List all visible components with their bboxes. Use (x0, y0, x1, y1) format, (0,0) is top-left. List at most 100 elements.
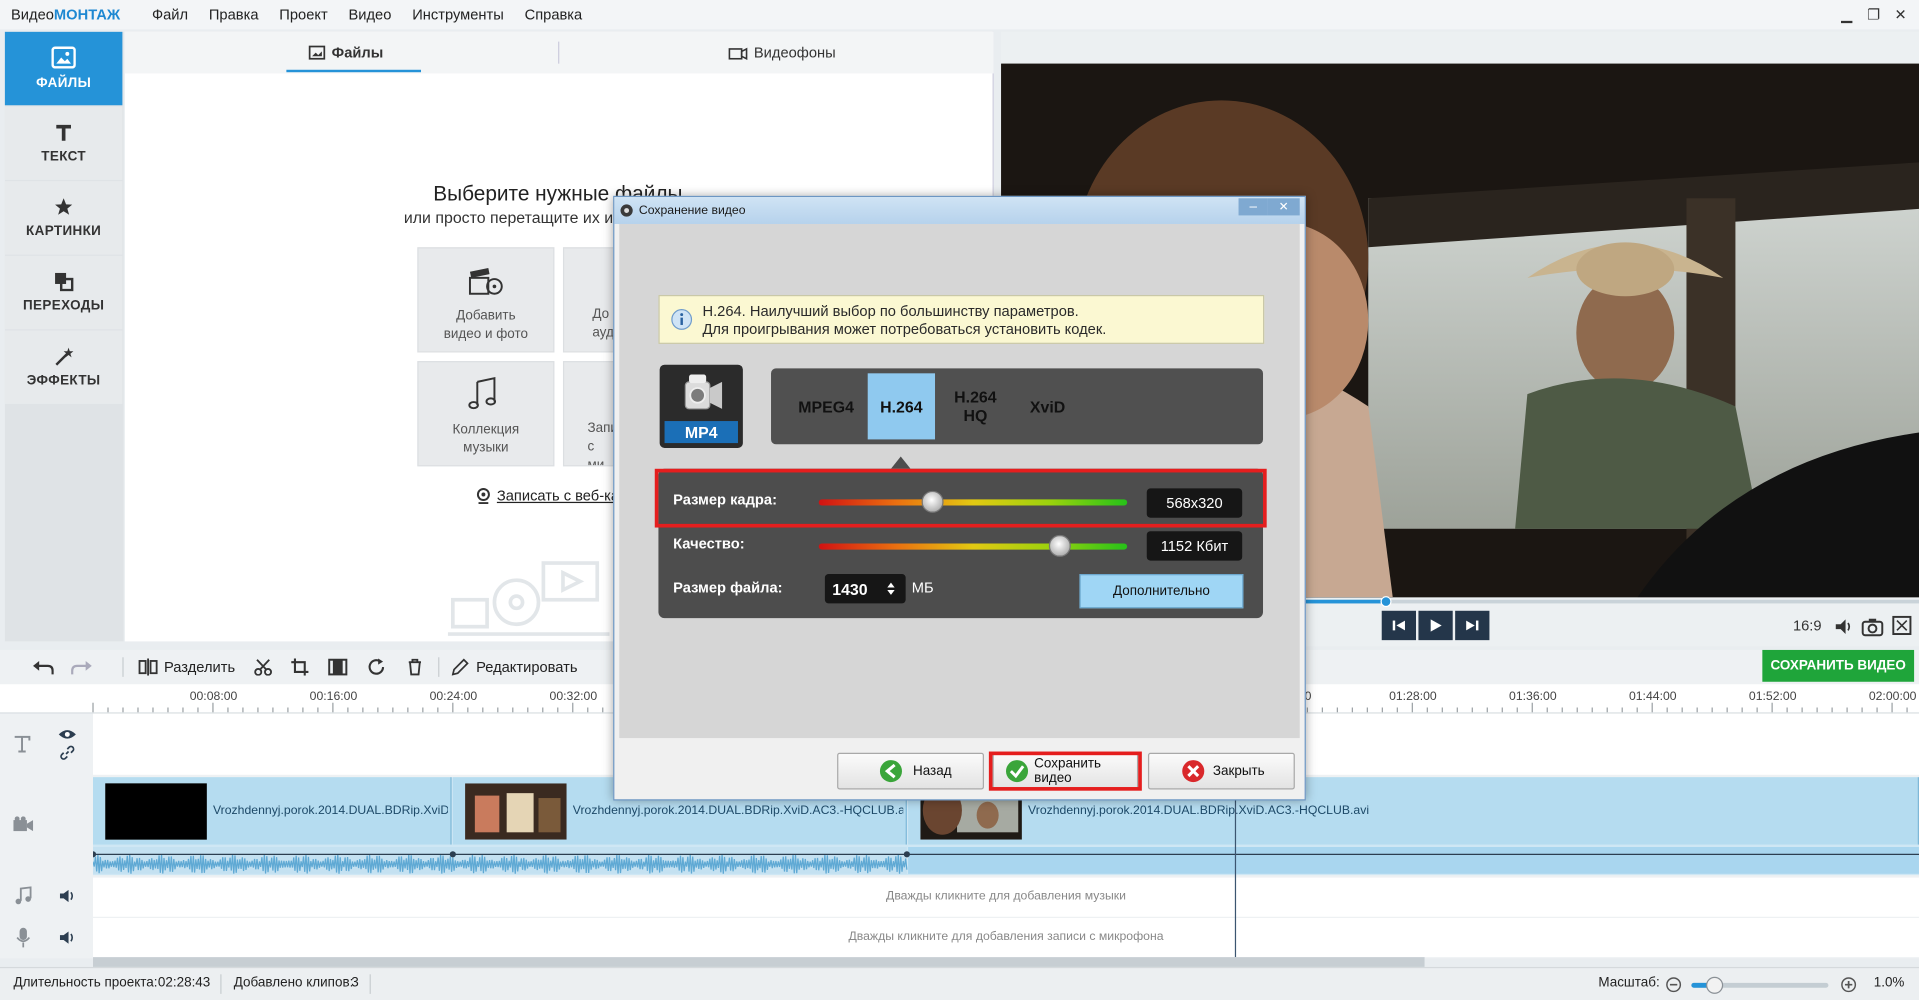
playback-progress-handle[interactable] (1380, 596, 1392, 608)
zoom-label: Масштаб: (1598, 975, 1660, 991)
add-audio-tile[interactable]: До ауд (562, 247, 615, 353)
advanced-settings-button[interactable]: Дополнительно (1079, 574, 1244, 609)
save-video-main-button[interactable]: СОХРАНИТЬ ВИДЕО (1762, 649, 1915, 682)
cut-button[interactable] (253, 650, 273, 684)
edit-button[interactable]: Редактировать (451, 650, 578, 684)
redo-button[interactable] (71, 650, 93, 684)
scissors-icon (254, 659, 272, 676)
menu-tools[interactable]: Инструменты (412, 6, 504, 23)
zoom-out-icon[interactable] (1666, 977, 1682, 993)
ruler-label: 01:52:00 (1748, 690, 1797, 704)
sidebar-item-transitions[interactable]: ПЕРЕХОДЫ (4, 255, 123, 330)
menu-help[interactable]: Справка (525, 6, 583, 23)
clip-thumbnail (105, 783, 207, 840)
back-button[interactable]: Назад (837, 752, 984, 790)
codec-mpeg4-button[interactable]: MPEG4 (781, 373, 872, 439)
split-label: Разделить (163, 658, 236, 676)
codec-xvid-button[interactable]: XviD (1013, 373, 1082, 439)
tile-line1: Коллекция (452, 422, 520, 437)
restore-button[interactable]: ❐ (1860, 4, 1887, 26)
toolbar-divider (438, 657, 440, 677)
audio-waveform (93, 847, 1919, 874)
fullscreen-icon[interactable] (1892, 615, 1912, 636)
dialog-minimize-button[interactable]: – (1238, 198, 1268, 216)
undo-button[interactable] (32, 650, 54, 684)
info-line1: H.264. Наилучший выбор по большинству па… (702, 302, 1079, 320)
sidebar-item-text[interactable]: ТЕКСТ (4, 106, 123, 180)
tab-files[interactable]: Файлы (308, 32, 383, 74)
save-button-highlight (988, 751, 1142, 791)
delete-button[interactable] (406, 650, 423, 684)
snapshot-camera-icon[interactable] (1861, 617, 1884, 637)
tab-video-backgrounds[interactable]: Видеофоны (728, 32, 836, 74)
star-icon (55, 198, 73, 215)
record-microphone-tile[interactable]: Запи с ми (562, 361, 615, 467)
sidebar-item-label: ФАЙЛЫ (36, 75, 92, 91)
sidebar-item-effects[interactable]: ЭФФЕКТЫ (4, 330, 123, 404)
dialog-close-x-button[interactable]: ✕ (1267, 198, 1300, 216)
spinner-arrows-icon[interactable] (886, 581, 896, 596)
tile-line1: Добавить (456, 308, 516, 324)
crop-button[interactable] (290, 650, 310, 684)
speaker-icon[interactable] (59, 930, 76, 945)
codec-h264-button[interactable]: H.264 (867, 373, 936, 440)
play-icon (1430, 619, 1442, 632)
format-mp4-button[interactable]: MP4 (659, 364, 743, 448)
close-dialog-button[interactable]: Закрыть (1147, 752, 1295, 790)
files-subheading: или просто перетащите их и (403, 208, 614, 227)
sidebar-item-pictures[interactable]: КАРТИНКИ (4, 181, 123, 255)
clip-title: Vrozhdennyj.porok.2014.DUAL.BDRip.XviD (212, 804, 448, 818)
split-icon (138, 658, 158, 676)
music-collection-tile[interactable]: Коллекция музыки (417, 361, 555, 467)
link-icon[interactable] (60, 745, 75, 760)
quality-value[interactable]: 1152 Кбит (1146, 531, 1243, 561)
tile-line1: До (592, 307, 610, 322)
sidebar-item-label: ЭФФЕКТЫ (26, 373, 101, 389)
quality-slider[interactable] (818, 543, 1128, 550)
duration-label: Длительность проекта: (13, 975, 158, 991)
video-clip[interactable]: Vrozhdennyj.porok.2014.DUAL.BDRip.XviD (93, 777, 452, 845)
previous-frame-button[interactable] (1381, 610, 1416, 641)
sidebar-item-files[interactable]: ФАЙЛЫ (4, 31, 123, 106)
play-button[interactable] (1418, 610, 1453, 641)
frame-button[interactable] (328, 650, 348, 684)
ruler-label: 00:08:00 (189, 690, 238, 704)
rotate-button[interactable] (367, 650, 387, 684)
file-size-input[interactable]: 1430 (824, 574, 906, 604)
timeline-scrollbar[interactable] (93, 957, 1425, 967)
ruler-label: 01:36:00 (1509, 690, 1557, 704)
next-frame-button[interactable] (1455, 610, 1490, 641)
webcam-record-link[interactable]: Записать с веб-кам (476, 487, 629, 504)
rotate-icon (368, 658, 385, 675)
menu-video[interactable]: Видео (348, 6, 391, 23)
webcam-link-label: Записать с веб-кам (496, 487, 630, 505)
tile-line2: музыки (463, 440, 509, 456)
clips-value: 3 (351, 975, 359, 991)
video-bg-icon (728, 47, 748, 60)
minimize-button[interactable]: ▁ (1833, 4, 1860, 26)
music-track[interactable]: Дважды кликните для добавления музыки (93, 877, 1919, 917)
speaker-icon[interactable] (59, 889, 76, 904)
quality-slider-handle[interactable] (1048, 534, 1071, 557)
eye-icon[interactable] (58, 728, 78, 740)
film-reel-icon (468, 268, 503, 295)
microphone-track[interactable]: Дважды кликните для добавления записи с … (93, 917, 1919, 958)
codec-h264-hq-button[interactable]: H.264 HQ (937, 373, 1013, 439)
add-video-photo-tile[interactable]: Добавить видео и фото (417, 247, 555, 353)
aspect-ratio-selector[interactable]: 16:9 (1793, 617, 1822, 634)
music-note-icon (15, 886, 32, 905)
clip-title: Vrozhdennyj.porok.2014.DUAL.BDRip.XviD.A… (1028, 804, 1370, 818)
sidebar-item-label: КАРТИНКИ (26, 223, 102, 239)
close-window-button[interactable]: ✕ (1887, 4, 1914, 26)
text-track-icon (14, 735, 31, 753)
menu-project[interactable]: Проект (279, 6, 327, 23)
menu-file[interactable]: Файл (152, 6, 188, 23)
zoom-slider-handle[interactable] (1706, 976, 1724, 994)
menu-edit[interactable]: Правка (209, 6, 259, 23)
split-button[interactable]: Разделить (138, 650, 235, 684)
zoom-in-icon[interactable] (1841, 977, 1857, 993)
files-tabs: Файлы Видеофоны (124, 31, 994, 74)
tile-line2: ауд (592, 325, 614, 341)
clips-label: Добавлено клипов: (233, 975, 354, 991)
volume-icon[interactable] (1833, 617, 1855, 637)
